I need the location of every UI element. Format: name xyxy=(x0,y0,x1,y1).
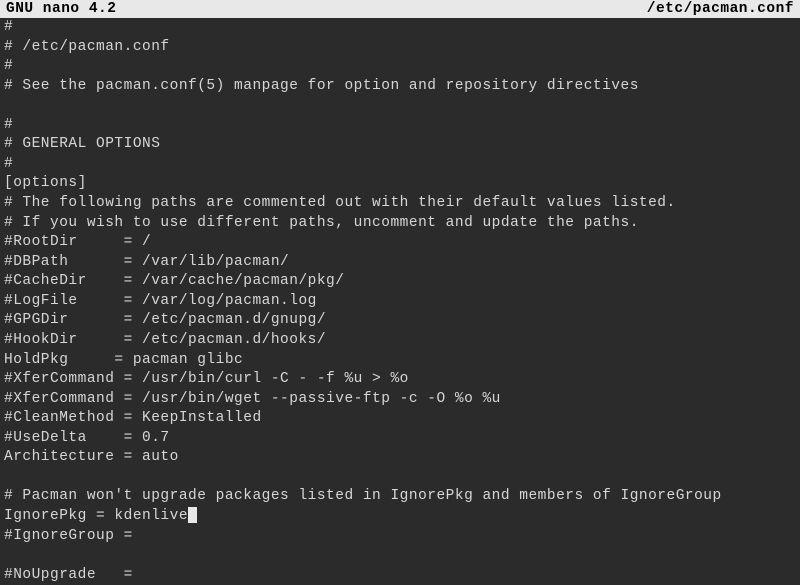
editor-line[interactable]: #HookDir = /etc/pacman.d/hooks/ xyxy=(4,331,796,351)
editor-line[interactable]: # xyxy=(4,116,796,136)
editor-line[interactable]: #DBPath = /var/lib/pacman/ xyxy=(4,253,796,273)
editor-line[interactable]: #XferCommand = /usr/bin/wget --passive-f… xyxy=(4,390,796,410)
editor-line[interactable]: # If you wish to use different paths, un… xyxy=(4,214,796,234)
editor-line[interactable]: #CleanMethod = KeepInstalled xyxy=(4,409,796,429)
editor-line[interactable]: #NoUpgrade = xyxy=(4,566,796,585)
text-cursor xyxy=(188,507,197,523)
editor-line[interactable]: [options] xyxy=(4,174,796,194)
editor-line[interactable]: # GENERAL OPTIONS xyxy=(4,135,796,155)
editor-filename: /etc/pacman.conf xyxy=(647,0,794,18)
editor-line[interactable]: #RootDir = / xyxy=(4,233,796,253)
editor-header: GNU nano 4.2 /etc/pacman.conf xyxy=(0,0,800,18)
editor-line[interactable]: #XferCommand = /usr/bin/curl -C - -f %u … xyxy=(4,370,796,390)
editor-line[interactable]: #UseDelta = 0.7 xyxy=(4,429,796,449)
editor-line[interactable]: Architecture = auto xyxy=(4,448,796,468)
editor-line[interactable]: # xyxy=(4,155,796,175)
editor-line[interactable]: #LogFile = /var/log/pacman.log xyxy=(4,292,796,312)
editor-line[interactable] xyxy=(4,96,796,116)
editor-line[interactable]: #CacheDir = /var/cache/pacman/pkg/ xyxy=(4,272,796,292)
editor-content[interactable]: ## /etc/pacman.conf## See the pacman.con… xyxy=(0,18,800,585)
editor-line[interactable]: IgnorePkg = kdenlive xyxy=(4,507,796,527)
editor-line[interactable]: HoldPkg = pacman glibc xyxy=(4,351,796,371)
editor-line[interactable]: # The following paths are commented out … xyxy=(4,194,796,214)
editor-line[interactable]: #GPGDir = /etc/pacman.d/gnupg/ xyxy=(4,311,796,331)
editor-line[interactable]: # xyxy=(4,57,796,77)
editor-line[interactable]: # Pacman won't upgrade packages listed i… xyxy=(4,487,796,507)
editor-line[interactable]: # /etc/pacman.conf xyxy=(4,38,796,58)
editor-line[interactable]: # xyxy=(4,18,796,38)
editor-line[interactable] xyxy=(4,468,796,488)
editor-line[interactable]: # See the pacman.conf(5) manpage for opt… xyxy=(4,77,796,97)
editor-title: GNU nano 4.2 xyxy=(6,0,116,18)
editor-line[interactable]: #IgnoreGroup = xyxy=(4,527,796,547)
